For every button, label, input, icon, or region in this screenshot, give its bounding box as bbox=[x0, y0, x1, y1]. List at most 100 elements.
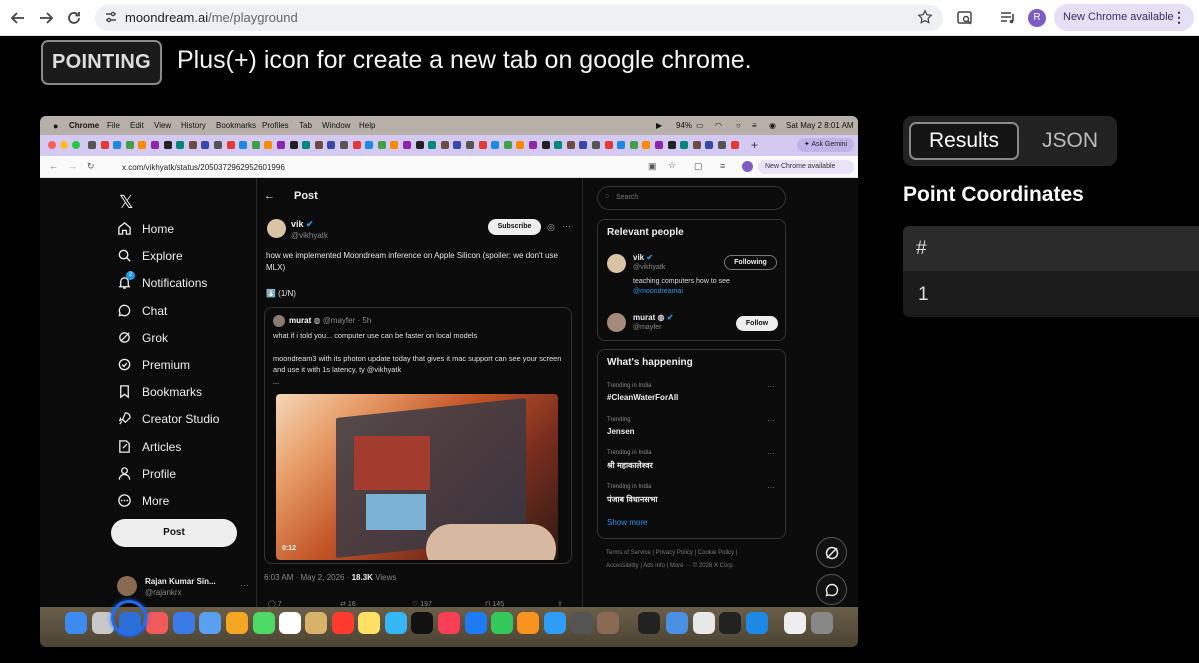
dock-app-icon[interactable] bbox=[305, 612, 327, 634]
tab-favicon[interactable] bbox=[516, 141, 525, 149]
trend-title[interactable]: पंजाब विधानसभा bbox=[607, 494, 657, 505]
tab-favicon[interactable] bbox=[667, 141, 676, 149]
dock-app-icon[interactable] bbox=[411, 612, 433, 634]
tab-favicon[interactable] bbox=[125, 141, 134, 149]
media-queue-icon[interactable] bbox=[999, 9, 1017, 27]
tab-favicon[interactable] bbox=[264, 141, 273, 149]
tab-favicon[interactable] bbox=[592, 141, 600, 149]
dock-app-icon[interactable] bbox=[571, 612, 593, 634]
tab-favicon[interactable] bbox=[214, 141, 222, 149]
show-more-link[interactable]: Show more bbox=[607, 518, 647, 527]
address-bar[interactable]: moondream.ai/me/playground bbox=[95, 5, 943, 31]
dock-app-icon[interactable] bbox=[597, 612, 619, 634]
inner-queue-icon[interactable]: ≡ bbox=[720, 161, 725, 171]
dock-app-icon[interactable] bbox=[146, 612, 168, 634]
dock-app-icon[interactable] bbox=[544, 612, 566, 634]
dock-app-icon[interactable] bbox=[746, 612, 768, 634]
tab-favicon[interactable] bbox=[529, 141, 537, 149]
tab-favicon[interactable] bbox=[642, 141, 651, 149]
tab-favicon[interactable] bbox=[566, 141, 575, 149]
tab-favicon[interactable] bbox=[176, 141, 185, 149]
tab-favicon[interactable] bbox=[138, 141, 147, 149]
dock-app-icon[interactable] bbox=[719, 612, 741, 634]
post-button[interactable]: Post bbox=[111, 519, 237, 547]
inner-lens-icon[interactable]: ▢ bbox=[694, 161, 703, 172]
dock-app-icon[interactable] bbox=[811, 612, 833, 634]
dock-app-icon[interactable] bbox=[173, 612, 195, 634]
tab-favicon[interactable] bbox=[327, 141, 336, 149]
tab-favicon[interactable] bbox=[352, 141, 361, 149]
new-tab-plus-icon[interactable]: + bbox=[751, 138, 758, 152]
tab-favicon[interactable] bbox=[302, 141, 311, 149]
person-name[interactable]: vik ✔ bbox=[633, 253, 653, 262]
more-horizontal-icon[interactable]: ··· bbox=[767, 483, 775, 492]
more-vertical-icon[interactable]: ⋮ bbox=[1172, 4, 1186, 31]
bio-link[interactable]: @moondreamai bbox=[633, 288, 683, 295]
dock-app-icon[interactable] bbox=[638, 612, 660, 634]
profile-avatar[interactable]: R bbox=[1028, 9, 1046, 27]
tab-favicon[interactable] bbox=[226, 141, 235, 149]
tab-favicon[interactable] bbox=[201, 141, 210, 149]
tab-favicon[interactable] bbox=[453, 141, 462, 149]
more-horizontal-icon[interactable]: ··· bbox=[767, 416, 775, 425]
more-horizontal-icon[interactable]: ··· bbox=[767, 382, 775, 391]
dock-app-icon[interactable] bbox=[693, 612, 715, 634]
forward-arrow-icon[interactable] bbox=[37, 9, 55, 27]
following-button[interactable]: Following bbox=[724, 255, 777, 270]
inner-update-button[interactable]: New Chrome available bbox=[758, 160, 854, 174]
new-chrome-available-button[interactable]: New Chrome available ⋮ bbox=[1054, 4, 1194, 31]
site-settings-icon[interactable] bbox=[103, 9, 119, 25]
tab-favicon[interactable] bbox=[88, 141, 96, 149]
tab-favicon[interactable] bbox=[655, 141, 663, 149]
footer-links[interactable]: Terms of Service | Privacy Policy | Cook… bbox=[606, 550, 737, 556]
tab-favicon[interactable] bbox=[151, 141, 159, 149]
tab-favicon[interactable] bbox=[239, 141, 248, 149]
inner-install-icon[interactable]: ▣ bbox=[648, 161, 657, 172]
close-window-dot[interactable] bbox=[48, 141, 56, 149]
tab-favicon[interactable] bbox=[428, 141, 437, 149]
dock-app-icon[interactable] bbox=[199, 612, 221, 634]
inner-star-icon[interactable]: ☆ bbox=[668, 160, 676, 171]
more-horizontal-icon[interactable]: ··· bbox=[562, 221, 571, 231]
tab-favicon[interactable] bbox=[113, 141, 122, 149]
person-name[interactable]: murat ◍ ✔ bbox=[633, 313, 673, 322]
messages-fab[interactable] bbox=[816, 574, 847, 605]
grok-icon[interactable]: ◎ bbox=[547, 222, 555, 233]
lens-search-icon[interactable] bbox=[956, 9, 974, 27]
dock-app-icon[interactable] bbox=[517, 612, 539, 634]
quoted-tweet[interactable]: murat ◍ @mayfer · 5h what if i told you.… bbox=[264, 307, 572, 564]
x-search-input[interactable]: Search bbox=[597, 186, 786, 210]
dock-app-icon[interactable] bbox=[465, 612, 487, 634]
dock-app-icon[interactable] bbox=[784, 612, 806, 634]
follow-button[interactable]: Follow bbox=[736, 316, 778, 331]
minimize-window-dot[interactable] bbox=[60, 141, 68, 149]
tab-favicon[interactable] bbox=[100, 141, 109, 149]
maximize-window-dot[interactable] bbox=[72, 141, 80, 149]
back-arrow-icon[interactable] bbox=[9, 9, 27, 27]
tab-favicon[interactable] bbox=[390, 141, 399, 149]
tab-favicon[interactable] bbox=[289, 141, 298, 149]
tab-favicon[interactable] bbox=[251, 141, 260, 149]
footer-links[interactable]: Accessibility | Ads info | More ··· © 20… bbox=[606, 563, 734, 569]
reload-icon[interactable] bbox=[65, 9, 83, 27]
dock-app-icon[interactable] bbox=[65, 612, 87, 634]
tab-favicon[interactable] bbox=[617, 141, 626, 149]
ask-gemini-button[interactable]: ✦ Ask Gemini bbox=[797, 138, 854, 152]
mode-badge[interactable]: POINTING bbox=[41, 40, 162, 85]
dock-app-icon[interactable] bbox=[438, 612, 460, 634]
bookmark-star-icon[interactable] bbox=[917, 9, 933, 25]
tab-favicon[interactable] bbox=[503, 141, 512, 149]
trend-title[interactable]: श्री महाकालेश्वर bbox=[607, 460, 653, 471]
tab-favicon[interactable] bbox=[478, 141, 487, 149]
avatar[interactable] bbox=[607, 254, 626, 273]
dock-app-icon[interactable] bbox=[253, 612, 275, 634]
tab-favicon[interactable] bbox=[629, 141, 638, 149]
tab-favicon[interactable] bbox=[365, 141, 374, 149]
tab-favicon[interactable] bbox=[730, 141, 739, 149]
tab-results[interactable]: Results bbox=[909, 122, 1019, 160]
dock-app-icon[interactable] bbox=[332, 612, 354, 634]
tab-favicon[interactable] bbox=[541, 141, 550, 149]
trend-title[interactable]: #CleanWaterForAll bbox=[607, 393, 678, 402]
subscribe-button[interactable]: Subscribe bbox=[488, 219, 541, 235]
dock-app-icon[interactable] bbox=[358, 612, 380, 634]
